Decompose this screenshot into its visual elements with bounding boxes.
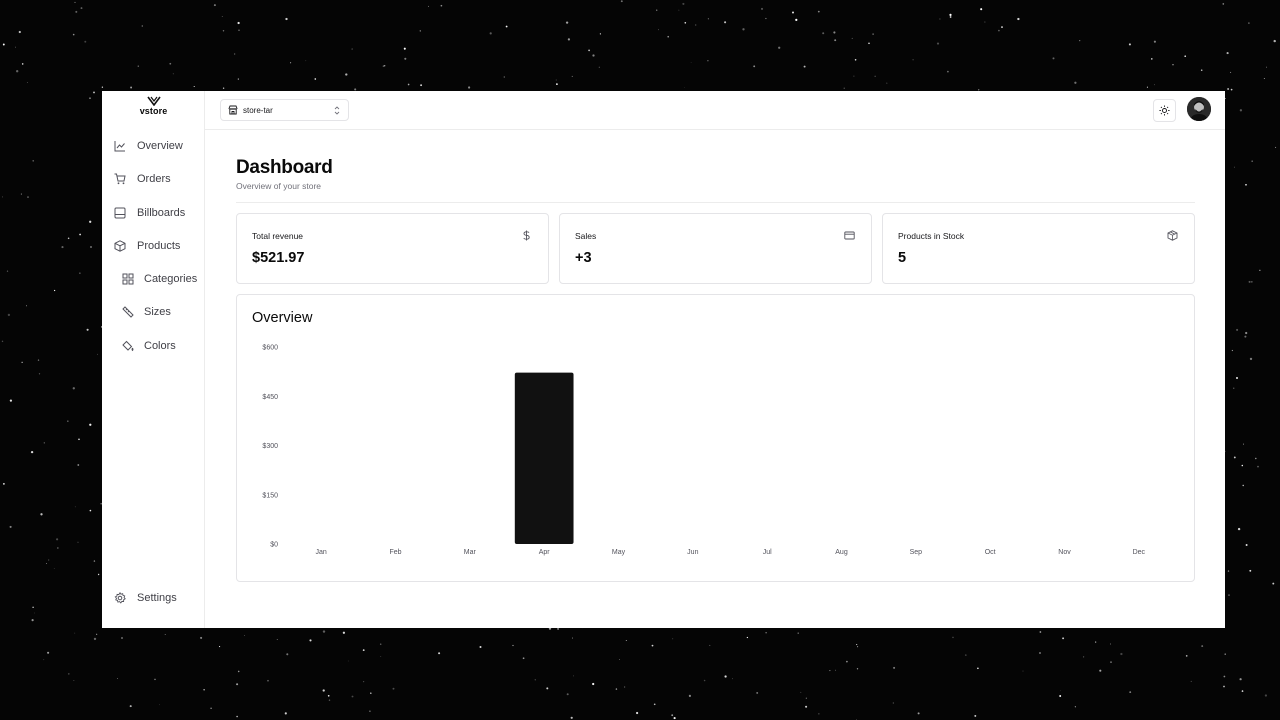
x-tick-label: Sep — [910, 549, 923, 556]
sidebar: vstore Overview Orders Billboards Produc… — [102, 91, 205, 628]
sidebar-item-orders[interactable]: Orders — [114, 169, 171, 189]
sun-icon — [1159, 105, 1170, 116]
store-icon — [228, 105, 238, 115]
sidebar-item-sizes[interactable]: Sizes — [122, 302, 171, 322]
sidebar-item-overview[interactable]: Overview — [114, 136, 183, 156]
sidebar-item-label: Settings — [137, 592, 177, 604]
x-tick-label: Nov — [1058, 549, 1071, 556]
sidebar-item-label: Products — [137, 240, 181, 252]
chart-bar-apr — [514, 372, 574, 544]
sidebar-item-categories[interactable]: Categories — [122, 269, 197, 289]
page-subtitle: Overview of your store — [236, 181, 322, 191]
sidebar-item-label: Colors — [144, 340, 176, 352]
stat-card-products-in-stock: Products in Stock 5 — [882, 213, 1195, 284]
stat-label: Sales — [575, 231, 597, 241]
paint-bucket-icon — [122, 340, 134, 352]
x-tick-label: Jan — [316, 549, 327, 556]
y-tick-label: $450 — [262, 394, 278, 401]
page-title: Dashboard — [236, 157, 333, 178]
billboard-icon — [114, 207, 126, 219]
sidebar-item-settings[interactable]: Settings — [114, 588, 177, 608]
user-avatar[interactable] — [1187, 97, 1211, 121]
store-switcher[interactable]: store-tar — [220, 99, 349, 121]
grid-icon — [122, 273, 134, 285]
stat-value: 5 — [898, 250, 907, 266]
logo-text: vstore — [139, 106, 168, 116]
y-tick-label: $600 — [262, 345, 278, 352]
logo[interactable]: vstore — [102, 96, 205, 116]
overview-bar-chart: $0 $150 $300 $450 $600 Jan Feb Mar Apr May Jun Jul A… — [262, 345, 1146, 557]
overview-chart-card: Overview $0 $150 $300 $450 $600 Jan Feb Mar Apr M… — [236, 294, 1195, 582]
app-window: vstore Overview Orders Billboards Produc… — [102, 91, 1225, 628]
credit-card-icon — [844, 231, 855, 240]
package-icon — [1167, 230, 1178, 241]
y-tick-label: $300 — [262, 443, 278, 450]
x-tick-label: Jul — [763, 549, 772, 556]
stat-label: Total revenue — [252, 231, 304, 241]
sidebar-item-label: Orders — [137, 173, 171, 185]
cart-icon — [114, 173, 126, 185]
chart-line-icon — [114, 141, 125, 152]
x-tick-label: Oct — [985, 549, 996, 556]
stat-card-total-revenue: Total revenue $521.97 — [236, 213, 549, 284]
sidebar-item-label: Sizes — [144, 306, 171, 318]
top-bar: store-tar — [205, 91, 1225, 130]
gear-icon — [114, 592, 126, 604]
x-tick-label: Mar — [464, 549, 477, 556]
divider — [236, 202, 1195, 203]
store-switcher-label: store-tar — [243, 105, 273, 115]
sidebar-item-label: Overview — [137, 140, 183, 152]
logo-mark-icon — [146, 96, 161, 106]
x-tick-label: Apr — [539, 549, 551, 556]
x-tick-label: Feb — [389, 549, 401, 556]
y-tick-label: $0 — [270, 542, 278, 549]
sidebar-item-billboards[interactable]: Billboards — [114, 203, 185, 223]
y-tick-label: $150 — [262, 492, 278, 499]
theme-toggle-button[interactable] — [1153, 99, 1176, 122]
sidebar-item-label: Billboards — [137, 207, 186, 219]
box-icon — [114, 240, 126, 252]
sidebar-item-label: Categories — [144, 273, 198, 285]
x-tick-label: May — [612, 549, 626, 556]
stat-label: Products in Stock — [898, 231, 965, 241]
avatar-image — [1187, 97, 1211, 121]
x-tick-label: Jun — [687, 549, 698, 556]
x-tick-label: Aug — [835, 549, 848, 556]
ruler-icon — [122, 306, 134, 318]
dollar-icon — [523, 230, 530, 241]
stat-value: +3 — [575, 250, 592, 266]
x-tick-label: Dec — [1133, 549, 1146, 556]
sidebar-item-products[interactable]: Products — [114, 236, 180, 256]
sidebar-item-colors[interactable]: Colors — [122, 336, 176, 356]
stat-card-sales: Sales +3 — [559, 213, 872, 284]
chevrons-up-down-icon — [334, 106, 340, 115]
stat-value: $521.97 — [252, 250, 305, 266]
